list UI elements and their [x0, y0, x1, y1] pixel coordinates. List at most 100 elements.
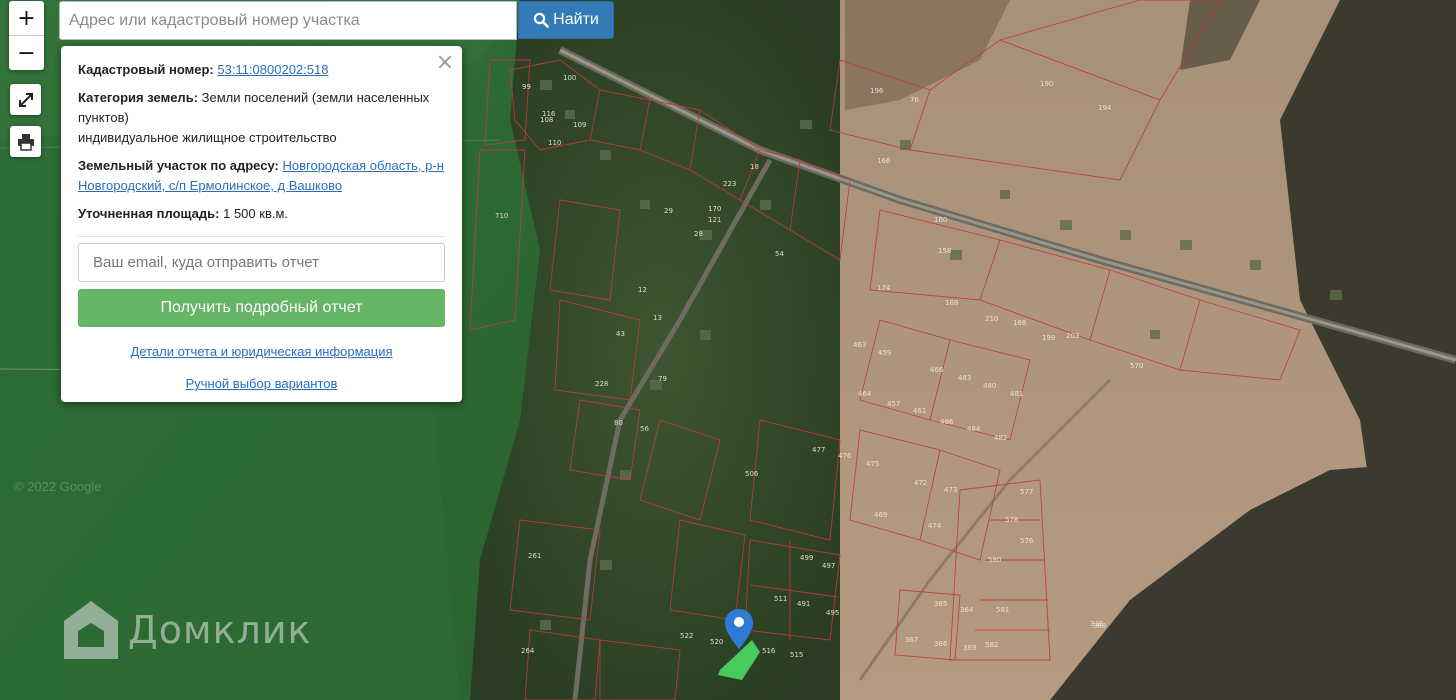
svg-text:495: 495 — [826, 609, 839, 617]
zoom-in-button[interactable]: + — [9, 1, 44, 35]
svg-text:516: 516 — [762, 647, 776, 655]
svg-text:461: 461 — [913, 407, 926, 415]
svg-text:264: 264 — [521, 647, 535, 655]
manual-selection-link[interactable]: Ручной выбор вариантов — [78, 376, 445, 391]
category-row: Категория земель: Земли поселений (земли… — [78, 88, 445, 148]
parcel-info-popup: × Кадастровый номер: 53:11:0800202:518 К… — [61, 46, 462, 402]
svg-text:710: 710 — [495, 212, 508, 220]
svg-text:110: 110 — [548, 139, 561, 147]
svg-text:369: 369 — [963, 644, 976, 652]
svg-text:520: 520 — [710, 638, 723, 646]
get-report-button[interactable]: Получить подробный отчет — [78, 289, 445, 327]
svg-text:474: 474 — [928, 522, 942, 530]
svg-text:466: 466 — [930, 366, 944, 374]
svg-text:577: 577 — [1020, 488, 1033, 496]
svg-text:29: 29 — [664, 207, 673, 215]
fullscreen-button[interactable] — [10, 84, 41, 115]
svg-text:188: 188 — [945, 299, 958, 307]
address-label: Земельный участок по адресу: — [78, 158, 279, 173]
svg-text:511: 511 — [774, 595, 787, 603]
svg-text:364: 364 — [960, 606, 974, 614]
svg-text:160: 160 — [934, 216, 947, 224]
map-attribution: © 2022 Google — [14, 479, 102, 494]
svg-text:109: 109 — [573, 121, 586, 129]
svg-text:472: 472 — [914, 479, 927, 487]
svg-text:581: 581 — [996, 606, 1009, 614]
svg-text:457: 457 — [887, 400, 900, 408]
area-value: 1 500 кв.м. — [223, 206, 289, 221]
category-label: Категория земель: — [78, 90, 199, 105]
svg-text:365: 365 — [934, 600, 947, 608]
svg-text:190: 190 — [1040, 80, 1053, 88]
svg-text:477: 477 — [812, 446, 825, 454]
svg-text:28: 28 — [694, 230, 703, 238]
svg-text:366: 366 — [934, 640, 948, 648]
svg-text:570: 570 — [1130, 362, 1143, 370]
house-logo-icon — [64, 601, 118, 659]
svg-text:480: 480 — [983, 382, 996, 390]
svg-text:491: 491 — [797, 600, 810, 608]
cadastral-label: Кадастровый номер: — [78, 62, 214, 77]
svg-text:469: 469 — [874, 511, 887, 519]
area-row: Уточненная площадь: 1 500 кв.м. — [78, 204, 445, 224]
svg-text:194: 194 — [1098, 104, 1112, 112]
svg-text:261: 261 — [528, 552, 541, 560]
domclick-logo: Домклик — [62, 599, 312, 661]
svg-text:580: 580 — [988, 556, 1001, 564]
zoom-control: + − — [9, 1, 44, 70]
svg-text:168: 168 — [1013, 319, 1026, 327]
fullscreen-icon — [18, 92, 33, 107]
cadastral-row: Кадастровый номер: 53:11:0800202:518 — [78, 60, 445, 80]
svg-text:576: 576 — [1020, 537, 1034, 545]
svg-text:578: 578 — [1005, 516, 1018, 524]
svg-text:486: 486 — [940, 418, 954, 426]
svg-text:464: 464 — [858, 390, 872, 398]
svg-text:43: 43 — [616, 330, 625, 338]
svg-text:497: 497 — [822, 562, 835, 570]
svg-text:76: 76 — [910, 96, 919, 104]
svg-text:108: 108 — [540, 116, 553, 124]
svg-text:515: 515 — [790, 651, 803, 659]
search-button[interactable]: Найти — [518, 1, 614, 39]
svg-text:121: 121 — [708, 216, 721, 224]
svg-text:12: 12 — [638, 286, 647, 294]
svg-text:499: 499 — [800, 554, 813, 562]
svg-text:13: 13 — [653, 314, 662, 322]
svg-text:336: 336 — [1090, 620, 1104, 628]
svg-text:199: 199 — [1042, 334, 1055, 342]
svg-text:482: 482 — [994, 434, 1007, 442]
svg-text:79: 79 — [658, 375, 667, 383]
svg-text:459: 459 — [878, 349, 891, 357]
svg-text:475: 475 — [866, 460, 879, 468]
search-input[interactable] — [59, 1, 517, 40]
svg-text:80: 80 — [614, 419, 623, 427]
address-row: Земельный участок по адресу: Новгородска… — [78, 156, 445, 196]
email-field[interactable] — [78, 243, 445, 282]
svg-text:210: 210 — [985, 315, 998, 323]
divider — [78, 236, 445, 237]
svg-text:476: 476 — [838, 452, 852, 460]
map-marker-icon[interactable] — [725, 609, 753, 649]
svg-text:228: 228 — [595, 380, 608, 388]
svg-text:100: 100 — [563, 74, 576, 82]
close-icon[interactable]: × — [435, 50, 455, 75]
svg-text:203: 203 — [1066, 332, 1079, 340]
svg-text:99: 99 — [522, 83, 531, 91]
cadastral-number-link[interactable]: 53:11:0800202:518 — [217, 62, 328, 77]
zoom-out-button[interactable]: − — [9, 35, 44, 70]
svg-text:223: 223 — [723, 180, 736, 188]
search-icon — [533, 12, 549, 28]
svg-text:481: 481 — [1010, 390, 1023, 398]
svg-text:473: 473 — [944, 486, 957, 494]
area-label: Уточненная площадь: — [78, 206, 220, 221]
svg-text:174: 174 — [877, 284, 891, 292]
svg-text:522: 522 — [680, 632, 693, 640]
print-button[interactable] — [10, 126, 41, 157]
svg-text:582: 582 — [985, 641, 998, 649]
logo-text: Домклик — [128, 608, 312, 652]
svg-text:56: 56 — [640, 425, 649, 433]
usage-value: индивидуальное жилищное строительство — [78, 130, 337, 145]
svg-text:18: 18 — [750, 163, 759, 171]
report-details-link[interactable]: Детали отчета и юридическая информация — [78, 344, 445, 359]
search-button-label: Найти — [553, 11, 599, 28]
